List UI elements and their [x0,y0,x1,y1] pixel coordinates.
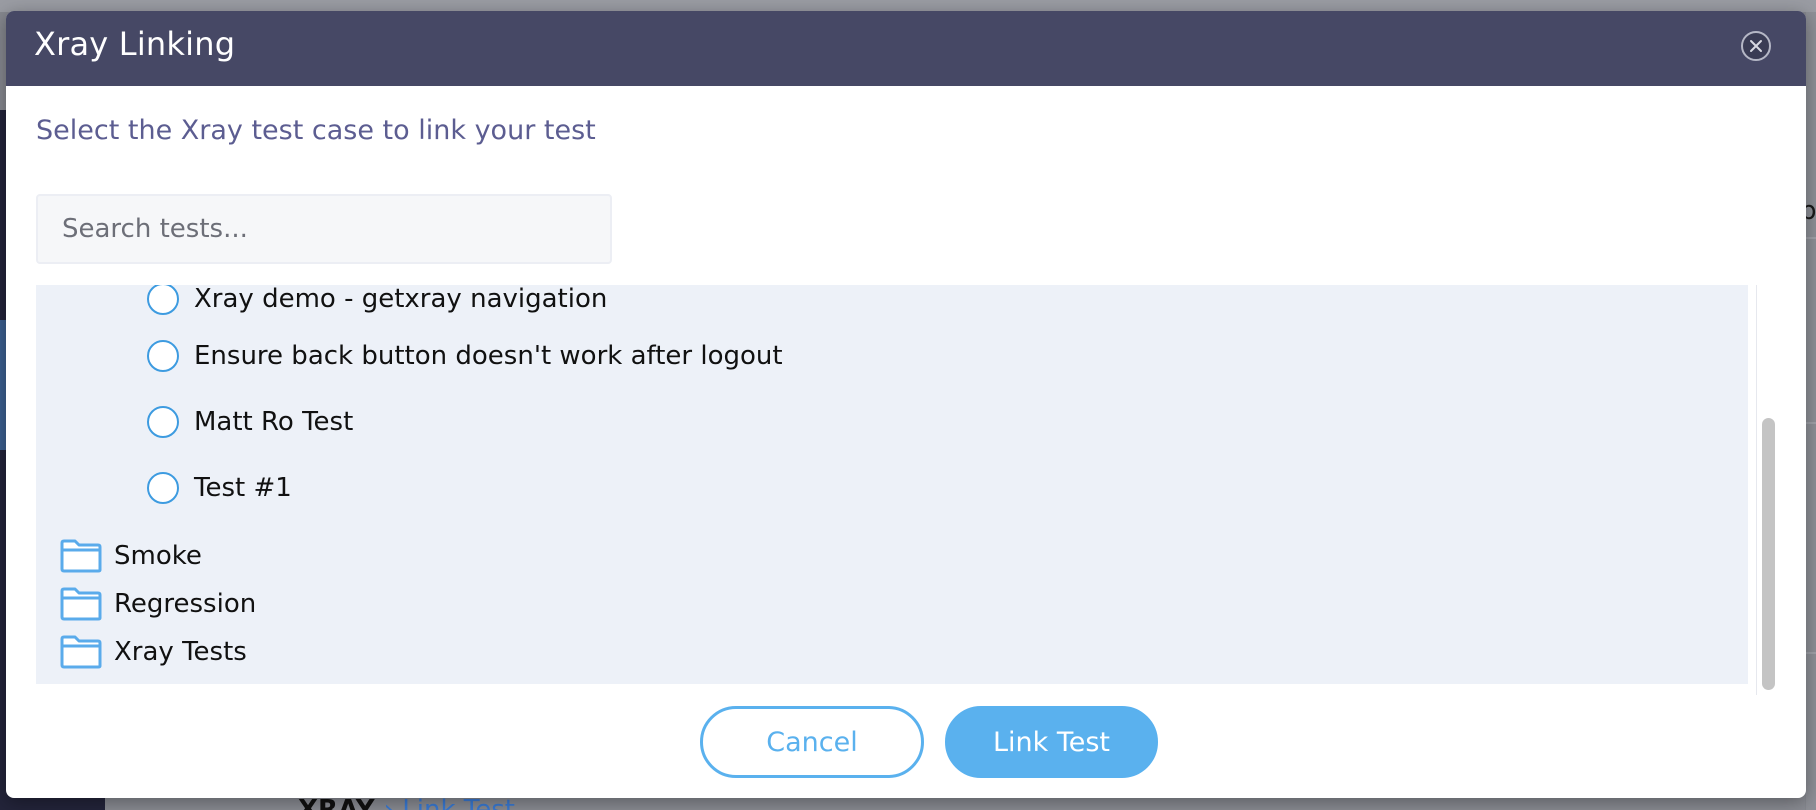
test-radio-button[interactable] [147,285,179,315]
folder-icon [60,635,102,669]
tree-test-item[interactable]: Matt Ro Test [147,397,353,447]
test-item-label: Matt Ro Test [194,407,354,437]
tree-folder-smoke[interactable]: Smoke [60,531,202,581]
dialog-header: Xray Linking [6,11,1806,86]
dialog-subtitle: Select the Xray test case to link your t… [36,115,596,146]
folder-label: Smoke [114,541,202,571]
background-divider [1806,237,1816,239]
test-radio-button[interactable] [147,472,179,504]
tree-test-item[interactable]: Ensure back button doesn't work after lo… [147,331,783,381]
test-tree: Xray demo - getxray navigation Ensure ba… [36,285,1748,684]
background-divider [1806,652,1816,654]
test-item-label: Ensure back button doesn't work after lo… [194,341,783,371]
folder-icon [60,587,102,621]
cancel-button[interactable]: Cancel [700,706,924,778]
test-item-label: Test #1 [194,473,292,503]
tree-test-item[interactable]: Test #1 [147,463,292,513]
scrollbar-thumb[interactable] [1762,418,1775,690]
tree-scrollbar[interactable] [1756,285,1778,695]
search-tests-input[interactable] [36,194,612,264]
tree-test-item[interactable]: Xray demo - getxray navigation [147,285,607,324]
xray-linking-dialog: Xray Linking Select the Xray test case t… [6,11,1806,798]
test-item-label: Xray demo - getxray navigation [194,285,608,314]
background-right-strip [1806,12,1816,810]
folder-label: Xray Tests [114,637,247,667]
background-divider [1806,422,1816,424]
test-radio-button[interactable] [147,406,179,438]
folder-label: Regression [114,589,257,619]
link-test-button[interactable]: Link Test [945,706,1158,778]
tree-folder-regression[interactable]: Regression [60,579,256,629]
tree-folder-xray-tests[interactable]: Xray Tests [60,627,247,677]
close-icon [1750,40,1762,52]
dialog-title: Xray Linking [34,25,236,63]
test-radio-button[interactable] [147,340,179,372]
close-button[interactable] [1741,31,1771,61]
folder-icon [60,539,102,573]
